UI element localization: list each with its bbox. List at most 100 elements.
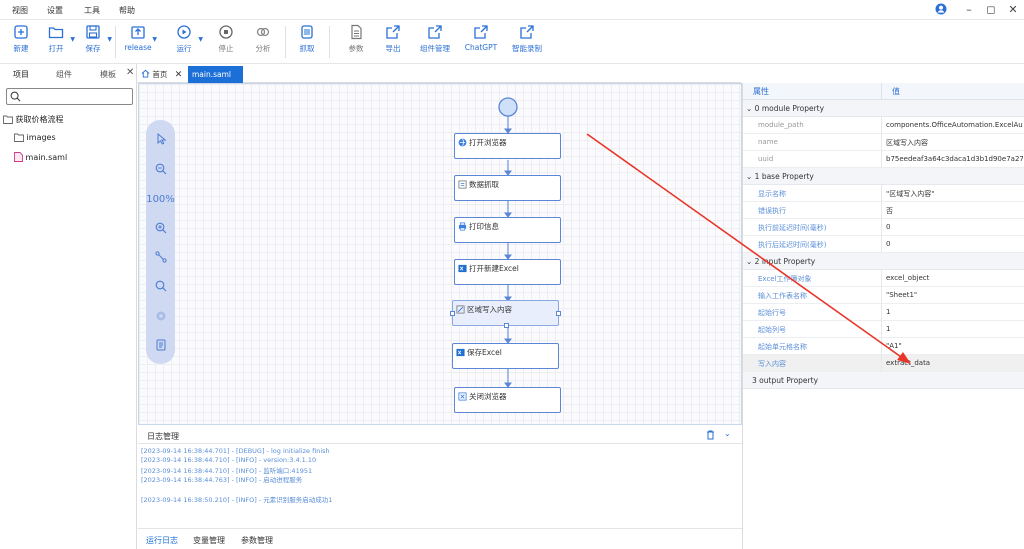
property-row[interactable]: 输入工作表名称 "Sheet1" (743, 287, 1024, 304)
flow-node-open-browser[interactable]: 打开浏览器 (454, 133, 561, 159)
property-row[interactable]: 起始行号 1 (743, 304, 1024, 321)
chatgpt-icon (474, 25, 488, 39)
capture-button[interactable]: 抓取 (287, 24, 327, 60)
property-key: 显示名称 (758, 190, 786, 198)
flow-node-print-info[interactable]: 打印信息 (454, 217, 561, 243)
flow-node-close-browser[interactable]: 关闭浏览器 (454, 387, 561, 413)
close-panel-icon[interactable]: ✕ (126, 67, 134, 78)
notes-icon[interactable] (146, 339, 175, 351)
excel-icon (458, 264, 467, 273)
zoom-out-icon[interactable] (146, 163, 175, 175)
flow-canvas[interactable]: 打开浏览器 数据抓取 打印信息 打开新建Excel 区域写入内容 保存Excel… (138, 83, 742, 425)
user-icon[interactable] (934, 3, 948, 17)
column-divider (881, 185, 882, 202)
new-button[interactable]: 新建 (1, 24, 41, 60)
collapse-icon[interactable]: ⌄ (724, 429, 731, 438)
resize-handle[interactable] (450, 311, 455, 316)
property-value[interactable]: excel_object (886, 274, 1023, 282)
tree-item-images[interactable]: images (14, 133, 56, 142)
tree-root[interactable]: 获取价格流程 (3, 114, 64, 125)
property-row[interactable]: 错误执行 否 (743, 202, 1024, 219)
flow-node-write-range[interactable]: 区域写入内容 (450, 300, 561, 328)
property-row[interactable]: 执行前延迟时间(毫秒) 0 (743, 219, 1024, 236)
params-button[interactable]: 参数 (336, 24, 376, 60)
section-input-property[interactable]: ⌄ 2 input Property (743, 253, 1024, 270)
property-value[interactable]: "区域写入内容" (886, 189, 1023, 199)
property-row[interactable]: 写入内容 extract_data (743, 355, 1024, 372)
tab-home-label: 首页 (152, 70, 168, 79)
run-button[interactable]: ▼ 运行 (164, 24, 204, 60)
section-output-property[interactable]: 3 output Property (743, 372, 1024, 389)
analyze-button[interactable]: 分析 (243, 24, 283, 60)
tree-item-main-saml[interactable]: main.saml (14, 152, 67, 162)
tab-home-close-icon[interactable]: ✕ (175, 70, 183, 80)
menu-settings[interactable]: 设置 (47, 5, 63, 16)
property-row[interactable]: name 区域写入内容 (743, 134, 1024, 151)
maximize-icon[interactable]: ◻ (984, 3, 998, 17)
section-base-property[interactable]: ⌄ 1 base Property (743, 168, 1024, 185)
release-dropdown-icon[interactable]: ▼ (152, 36, 157, 43)
flow-node-data-capture[interactable]: 数据抓取 (454, 175, 561, 201)
property-row[interactable]: module_path components.OfficeAutomation.E… (743, 117, 1024, 134)
flow-node-open-excel[interactable]: 打开新建Excel (454, 259, 561, 285)
property-row[interactable]: uuid b75eedeaf3a64c3daca1d3b1d90e7a27 (743, 151, 1024, 168)
menu-help[interactable]: 帮助 (119, 5, 135, 16)
fit-view-icon[interactable] (146, 280, 175, 292)
tab-main-saml[interactable]: main.saml ✕ (188, 66, 243, 97)
tree-item-label: images (26, 133, 56, 142)
export-button[interactable]: 导出 (373, 24, 413, 60)
write-range-icon (456, 305, 465, 314)
property-key: 起始单元格名称 (758, 343, 807, 351)
property-value[interactable]: 1 (886, 325, 1023, 333)
property-value[interactable]: 1 (886, 308, 1023, 316)
property-row[interactable]: 执行后延迟时间(毫秒) 0 (743, 236, 1024, 253)
tab-project[interactable]: 项目 (13, 69, 29, 80)
property-row[interactable]: 显示名称 "区域写入内容" (743, 185, 1024, 202)
run-dropdown-icon[interactable]: ▼ (198, 36, 203, 43)
pointer-icon[interactable] (146, 133, 175, 145)
resize-handle[interactable] (504, 323, 509, 328)
zoom-in-icon[interactable] (146, 222, 175, 234)
tab-parameters[interactable]: 参数管理 (241, 535, 273, 546)
property-value[interactable]: "Sheet1" (886, 291, 1023, 299)
stop-button[interactable]: 停止 (206, 24, 246, 60)
tab-home[interactable]: 首页 ✕ (137, 66, 187, 83)
property-value[interactable]: 0 (886, 240, 1023, 248)
search-input[interactable] (6, 88, 133, 105)
smart-record-button[interactable]: 智能录制 (507, 24, 547, 60)
close-window-icon[interactable]: ✕ (1006, 3, 1020, 17)
tab-variables[interactable]: 变量管理 (193, 535, 225, 546)
property-value[interactable]: "A1" (886, 342, 1023, 350)
menu-view[interactable]: 视图 (12, 5, 28, 16)
params-label: 参数 (348, 44, 364, 53)
release-button[interactable]: ▼ release (118, 24, 158, 60)
menu-tools[interactable]: 工具 (84, 5, 100, 16)
export-label: 导出 (385, 44, 401, 53)
property-row[interactable]: 起始列号 1 (743, 321, 1024, 338)
trash-icon[interactable] (706, 430, 715, 443)
save-button[interactable]: ▼ 保存 (73, 24, 113, 60)
column-divider (881, 304, 882, 321)
open-button[interactable]: ▼ 打开 (36, 24, 76, 60)
tab-components[interactable]: 组件 (56, 69, 72, 80)
property-value[interactable]: 否 (886, 206, 1023, 216)
connect-icon[interactable] (146, 251, 175, 263)
section-module-property[interactable]: ⌄ 0 module Property (743, 100, 1024, 117)
chatgpt-button[interactable]: ChatGPT (461, 24, 501, 60)
tab-templates[interactable]: 模板 (100, 69, 116, 80)
property-row[interactable]: Excel工作簿对象 excel_object (743, 270, 1024, 287)
flow-connectors (498, 97, 518, 388)
folder-icon (14, 133, 24, 142)
minimize-icon[interactable]: – (962, 3, 976, 17)
save-dropdown-icon[interactable]: ▼ (107, 36, 112, 43)
resize-handle[interactable] (556, 311, 561, 316)
property-key: Excel工作簿对象 (758, 275, 812, 283)
tab-run-log[interactable]: 运行日志 (146, 535, 178, 546)
property-value[interactable]: 0 (886, 223, 1023, 231)
property-value[interactable]: extract_data (886, 359, 1023, 367)
run-label: 运行 (176, 44, 192, 53)
settings-icon[interactable] (146, 310, 175, 322)
component-manage-button[interactable]: 组件管理 (415, 24, 455, 60)
flow-node-save-excel[interactable]: 保存Excel (452, 343, 559, 369)
property-row[interactable]: 起始单元格名称 "A1" (743, 338, 1024, 355)
